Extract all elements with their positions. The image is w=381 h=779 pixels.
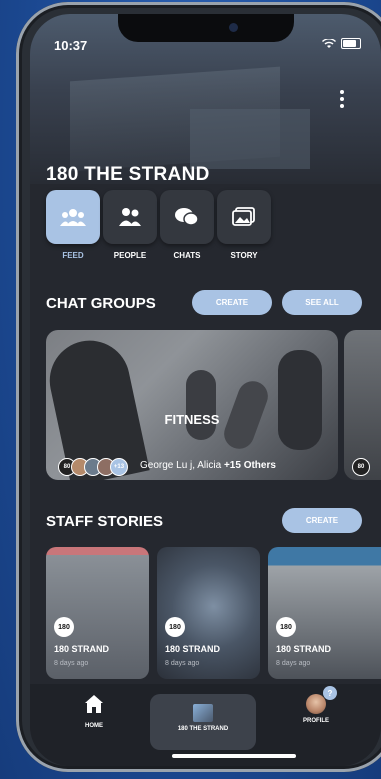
- app-screen: 10:37 180 THE STRAND FEED PEOPLE CHATS S…: [30, 14, 381, 766]
- nav-home[interactable]: HOME: [64, 694, 124, 729]
- status-icons: [322, 38, 361, 49]
- home-indicator[interactable]: [172, 754, 296, 758]
- chat-bubbles-icon: [175, 208, 199, 226]
- notch: [118, 14, 294, 42]
- tab-chats[interactable]: CHATS: [160, 190, 214, 260]
- nav-strand-label: 180 THE STRAND: [177, 726, 229, 732]
- avatar: [306, 694, 326, 714]
- tab-story-label: STORY: [230, 251, 258, 260]
- tab-story[interactable]: STORY: [217, 190, 271, 260]
- create-story-button[interactable]: CREATE: [282, 508, 362, 533]
- page-title: 180 THE STRAND: [46, 164, 210, 185]
- brand-logo-icon: 180: [54, 617, 74, 637]
- tab-chats-label: CHATS: [173, 251, 201, 260]
- member-avatars: 80 +13: [58, 458, 128, 476]
- chat-group-card[interactable]: FITNESS 80 +13 George Lu j, Alicia +15 O…: [46, 330, 338, 480]
- brand-logo-icon: 180: [165, 617, 185, 637]
- avatar: 80: [352, 458, 370, 476]
- help-badge[interactable]: ?: [323, 686, 337, 700]
- story-title: 180 STRAND: [165, 644, 221, 654]
- staff-stories-heading: STAFF STORIES: [46, 513, 163, 530]
- chat-group-card-next[interactable]: 80: [344, 330, 381, 480]
- story-title: 180 STRAND: [276, 644, 332, 654]
- member-names: George Lu j, Alicia +15 Others: [140, 460, 276, 471]
- status-time: 10:37: [54, 38, 88, 53]
- story-date: 8 days ago: [165, 660, 200, 667]
- nav-profile-label: PROFILE: [302, 718, 329, 724]
- chat-groups-heading: CHAT GROUPS: [46, 295, 156, 312]
- see-all-button[interactable]: SEE ALL: [282, 290, 362, 315]
- more-options-icon[interactable]: [340, 90, 344, 111]
- tab-people-label: PEOPLE: [113, 251, 147, 260]
- camera-icon: [229, 23, 238, 32]
- battery-icon: [341, 38, 361, 49]
- group-icon: [60, 209, 86, 226]
- nav-strand[interactable]: 180 THE STRAND: [150, 694, 256, 750]
- story-card[interactable]: 180 180 STRAND 8 days ago: [157, 547, 260, 679]
- people-icon: [119, 208, 141, 226]
- wifi-icon: [322, 38, 336, 48]
- story-card[interactable]: 180 180 STRAND 8 days ago: [268, 547, 381, 679]
- story-date: 8 days ago: [54, 660, 89, 667]
- strand-thumbnail-icon: [193, 704, 213, 722]
- create-chat-group-button[interactable]: CREATE: [192, 290, 272, 315]
- section-tabs: FEED PEOPLE CHATS STORY: [46, 190, 271, 260]
- more-members-badge: +13: [110, 458, 128, 476]
- story-date: 8 days ago: [276, 660, 311, 667]
- hero-building-2: [190, 109, 310, 169]
- nav-profile[interactable]: PROFILE ?: [286, 686, 346, 724]
- story-title: 180 STRAND: [54, 644, 110, 654]
- story-card[interactable]: 180 180 STRAND 8 days ago: [46, 547, 149, 679]
- chat-group-name: FITNESS: [164, 412, 220, 427]
- tab-people[interactable]: PEOPLE: [103, 190, 157, 260]
- tab-feed[interactable]: FEED: [46, 190, 100, 260]
- brand-logo-icon: 180: [276, 617, 296, 637]
- nav-home-label: HOME: [85, 723, 103, 729]
- tab-feed-label: FEED: [62, 251, 84, 260]
- photo-stack-icon: [232, 207, 255, 226]
- home-icon: [85, 695, 103, 713]
